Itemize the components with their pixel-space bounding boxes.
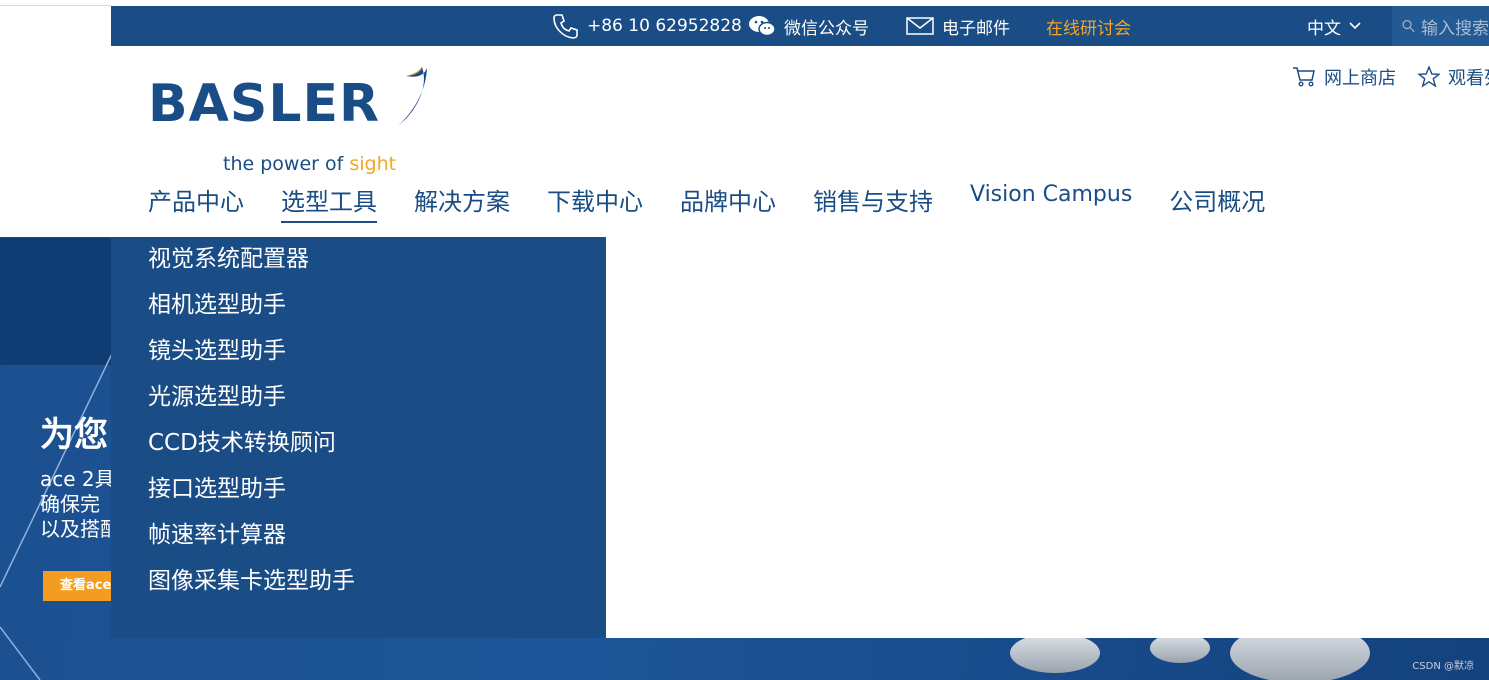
online-shop-label: 网上商店 bbox=[1324, 68, 1396, 89]
logo-swoosh-icon bbox=[398, 67, 427, 126]
language-label: 中文 bbox=[1307, 18, 1341, 39]
tagline-highlight: sight bbox=[349, 153, 397, 175]
search-icon bbox=[1402, 20, 1415, 33]
dropdown-item-camera-selector[interactable]: 相机选型助手 bbox=[148, 289, 355, 335]
nav-item-brand[interactable]: 品牌中心 bbox=[680, 182, 776, 223]
star-icon bbox=[1418, 66, 1440, 88]
nav-item-solutions[interactable]: 解决方案 bbox=[414, 182, 510, 223]
nav-item-products[interactable]: 产品中心 bbox=[148, 182, 244, 223]
online-shop-link[interactable]: 网上商店 bbox=[1292, 64, 1396, 90]
search-placeholder: 输入搜索 bbox=[1421, 18, 1489, 39]
nav-item-downloads[interactable]: 下载中心 bbox=[547, 182, 643, 223]
dropdown-item-ccd-migration[interactable]: CCD技术转换顾问 bbox=[148, 427, 355, 473]
dropdown-item-interface-selector[interactable]: 接口选型助手 bbox=[148, 473, 355, 519]
webinar-link[interactable]: 在线研讨会 bbox=[1046, 6, 1131, 46]
dropdown-content-panel bbox=[606, 237, 1489, 638]
watermark: CSDN @默凉 bbox=[1412, 661, 1474, 672]
phone-icon bbox=[553, 14, 578, 39]
selection-tools-dropdown: 视觉系统配置器 相机选型助手 镜头选型助手 光源选型助手 CCD技术转换顾问 接… bbox=[111, 237, 606, 638]
search-input[interactable]: 输入搜索 bbox=[1392, 6, 1489, 46]
phone-number: +86 10 62952828 bbox=[587, 16, 742, 36]
nav-item-selection-tools[interactable]: 选型工具 bbox=[281, 182, 377, 223]
dropdown-list: 视觉系统配置器 相机选型助手 镜头选型助手 光源选型助手 CCD技术转换顾问 接… bbox=[148, 243, 355, 611]
phone-link[interactable]: +86 10 62952828 bbox=[551, 6, 742, 46]
top-utility-bar: +86 10 62952828 微信公众号 电子邮件 在线研讨会 中文 输入搜索 bbox=[111, 6, 1489, 46]
top-divider bbox=[0, 5, 111, 6]
mail-icon bbox=[906, 17, 934, 35]
hero-text: ace 2具 确保完 以及搭配 bbox=[40, 467, 120, 541]
camera-lens-image bbox=[1010, 633, 1100, 673]
wechat-label: 微信公众号 bbox=[784, 18, 869, 39]
dropdown-item-frame-rate-calculator[interactable]: 帧速率计算器 bbox=[148, 519, 355, 565]
main-nav: 产品中心 选型工具 解决方案 下载中心 品牌中心 销售与支持 Vision Ca… bbox=[148, 182, 1302, 223]
cart-icon bbox=[1293, 67, 1315, 87]
nav-item-sales-support[interactable]: 销售与支持 bbox=[813, 182, 933, 223]
dropdown-item-frame-grabber-selector[interactable]: 图像采集卡选型助手 bbox=[148, 565, 355, 611]
email-link[interactable]: 电子邮件 bbox=[906, 6, 1010, 46]
logo-wordmark: BASLER bbox=[148, 74, 381, 134]
nav-item-company[interactable]: 公司概况 bbox=[1169, 182, 1265, 223]
site-header: BASLER the power of sight 网上商店 观看列 产品中心 … bbox=[0, 46, 1489, 238]
tagline-prefix: the power of bbox=[223, 153, 350, 175]
wechat-icon bbox=[749, 16, 776, 37]
language-selector[interactable]: 中文 bbox=[1307, 6, 1361, 46]
nav-item-vision-campus[interactable]: Vision Campus bbox=[970, 182, 1132, 223]
dropdown-item-vision-configurator[interactable]: 视觉系统配置器 bbox=[148, 243, 355, 289]
chevron-down-icon bbox=[1349, 22, 1361, 30]
watchlist-link[interactable]: 观看列 bbox=[1418, 64, 1489, 90]
hero-title: 为您 bbox=[40, 415, 108, 455]
watchlist-label: 观看列 bbox=[1448, 68, 1489, 89]
logo-tagline: the power of sight bbox=[223, 153, 396, 175]
dropdown-item-lighting-selector[interactable]: 光源选型助手 bbox=[148, 381, 355, 427]
email-label: 电子邮件 bbox=[942, 18, 1010, 39]
dropdown-item-lens-selector[interactable]: 镜头选型助手 bbox=[148, 335, 355, 381]
wechat-link[interactable]: 微信公众号 bbox=[748, 6, 869, 46]
